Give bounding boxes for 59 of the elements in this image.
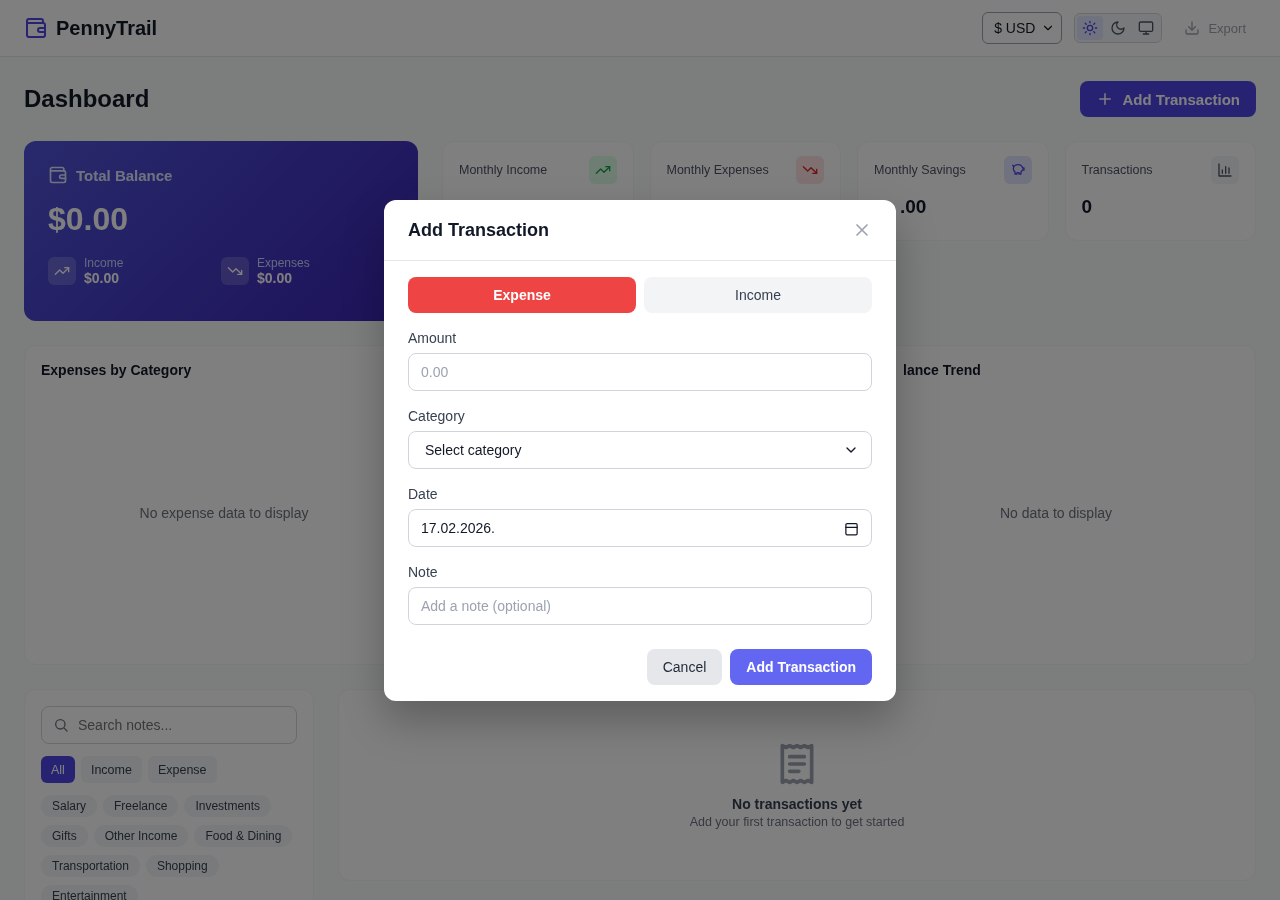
chart-title: lance Trend	[903, 362, 982, 378]
category-chip[interactable]: Other Income	[93, 825, 189, 847]
wallet-icon	[48, 165, 68, 185]
currency-select[interactable]: $ USD	[982, 12, 1063, 44]
moon-icon	[1110, 20, 1127, 36]
add-transaction-button[interactable]: Add Transaction	[1080, 81, 1256, 117]
stat-value: 0	[1081, 196, 1094, 218]
app-logo: PennyTrail	[56, 16, 158, 40]
category-chip[interactable]: Shopping	[145, 855, 219, 877]
bar-chart-icon	[1217, 162, 1233, 178]
page-title: Dashboard	[24, 85, 150, 113]
amount-field[interactable]: 0.00	[408, 353, 872, 391]
stat-label: Transactions	[1081, 163, 1153, 177]
field-label: Category	[408, 407, 466, 425]
category-chip[interactable]: Salary	[41, 795, 97, 817]
balance-amount: $0.00	[48, 201, 130, 238]
filter-chip[interactable]: Income	[80, 756, 142, 783]
stat-label: Monthly Income	[459, 163, 548, 177]
card-title: Total Balance	[76, 166, 173, 184]
category-chip[interactable]: Entertainment	[41, 885, 138, 900]
category-chip[interactable]: Freelance	[103, 795, 179, 817]
stat-value: $0.00	[84, 270, 121, 286]
filter-chip[interactable]: All	[41, 756, 75, 783]
calendar-icon	[844, 520, 859, 536]
stat-value: $0.00	[257, 270, 294, 286]
cancel-button[interactable]: Cancel	[646, 649, 723, 685]
category-chip[interactable]: Investments	[184, 795, 272, 817]
select-field[interactable]: Select category	[408, 431, 872, 469]
stat-label: Monthly Expenses	[666, 163, 769, 177]
category-chip[interactable]: Transportation	[41, 855, 140, 877]
theme-button[interactable]	[1077, 16, 1104, 40]
search-icon	[53, 717, 69, 733]
sun-icon	[1082, 20, 1099, 36]
field-label: Date	[408, 485, 439, 503]
empty-message: Add your first transaction to get started	[689, 814, 905, 829]
stat-label: Expenses	[257, 256, 310, 270]
empty-message: No expense data to display	[138, 504, 310, 523]
empty-message: No data to display	[998, 504, 1114, 523]
category-chip[interactable]: Food & Dining	[194, 825, 293, 847]
field-label: Amount	[408, 329, 458, 347]
stat-value: .00	[900, 196, 928, 218]
piggy-bank-icon	[1009, 162, 1026, 178]
date-field[interactable]: 17.02.2026.	[408, 509, 872, 547]
search-field[interactable]: Search notes...	[41, 706, 297, 744]
stat-label: Income	[84, 256, 124, 270]
stat-label: Monthly Savings	[874, 163, 966, 177]
chart-title: Expenses by Category	[41, 362, 193, 378]
empty-title: No transactions yet	[732, 795, 862, 812]
modal-title: Add Transaction	[408, 219, 550, 241]
monitor-icon	[1138, 20, 1155, 36]
note-field[interactable]: Add a note (optional)	[408, 587, 872, 625]
download-icon	[1184, 20, 1201, 36]
type-button[interactable]: Income	[644, 277, 872, 313]
filter-chip[interactable]: Expense	[147, 756, 217, 783]
field-label: Note	[408, 563, 439, 581]
wallet-icon	[24, 16, 48, 40]
category-chip[interactable]: Gifts	[41, 825, 88, 847]
submit-button[interactable]: Add Transaction	[730, 649, 872, 685]
type-button[interactable]: Expense	[408, 277, 636, 313]
